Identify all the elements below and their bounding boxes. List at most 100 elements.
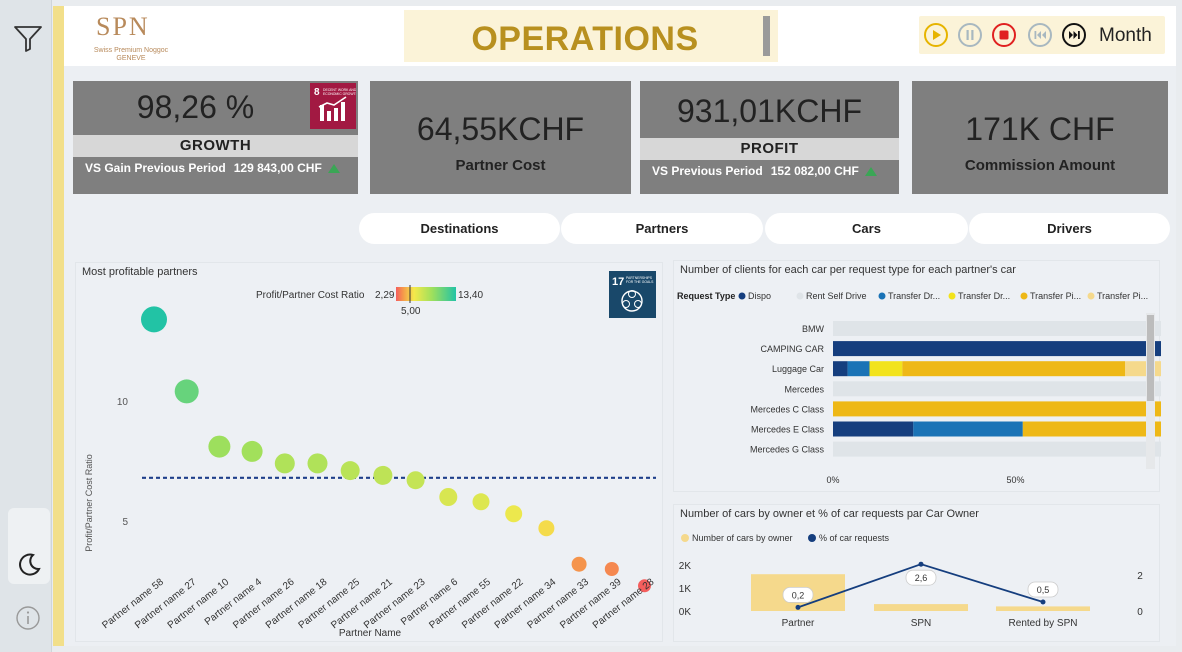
- scatter-point[interactable]: [571, 556, 587, 572]
- scatter-point[interactable]: [604, 562, 619, 576]
- stacked-bar-segment[interactable]: [869, 361, 903, 377]
- stacked-bar-segment[interactable]: [833, 381, 1161, 397]
- scatter-point[interactable]: [439, 488, 458, 506]
- stacked-bar-segment[interactable]: [833, 361, 848, 377]
- x-tick-label: Partner name 28: [591, 576, 657, 631]
- kpi-commission-value: 171K CHF: [965, 111, 1115, 147]
- owner-count-bar[interactable]: [874, 604, 968, 611]
- scatter-point[interactable]: [208, 435, 231, 458]
- pause-icon[interactable]: [957, 22, 983, 48]
- theme-toggle[interactable]: [8, 508, 50, 584]
- stacked-legend-title: Request Type: [677, 291, 735, 301]
- next-icon[interactable]: [1061, 22, 1087, 48]
- tab-partners[interactable]: Partners: [561, 213, 763, 244]
- stacked-bar-segment[interactable]: [847, 361, 870, 377]
- legend-label: Rent Self Drive: [806, 291, 867, 301]
- previous-icon[interactable]: [1027, 22, 1053, 48]
- logo-sub-line-2: GENEVE: [116, 55, 146, 62]
- x-tick-label: 50%: [1006, 475, 1024, 485]
- scatter-point[interactable]: [538, 520, 555, 537]
- legend-label: % of car requests: [819, 533, 890, 543]
- filter-icon[interactable]: [12, 22, 44, 54]
- svg-text:Partner Name: Partner Name: [339, 628, 402, 639]
- scatter-point[interactable]: [307, 453, 328, 474]
- kpi-partner-cost-card: 64,55KCHF Partner Cost: [370, 81, 631, 194]
- legend-label: Transfer Dr...: [888, 291, 940, 301]
- legend-label: Transfer Dr...: [958, 291, 1010, 301]
- x-tick-label: 0%: [826, 475, 839, 485]
- sdg-8-number: 8: [314, 87, 320, 98]
- y-left-tick-label: 1K: [679, 584, 692, 595]
- x-tick-label: Partner: [782, 618, 815, 629]
- stacked-bar-segment[interactable]: [833, 421, 914, 437]
- kpi-partner-cost-label: Partner Cost: [455, 157, 546, 174]
- legend-label: Dispo: [748, 291, 771, 301]
- stacked-bar-segment[interactable]: [913, 421, 1023, 437]
- stacked-bar-segment[interactable]: [833, 341, 1161, 357]
- up-arrow-icon: [864, 167, 877, 176]
- data-label: 2,6: [915, 573, 928, 583]
- cars-by-owner-chart: Number of cars by owner % of car requests…: [679, 533, 1143, 629]
- scatter-point[interactable]: [406, 471, 425, 490]
- line-point[interactable]: [918, 561, 924, 567]
- scatter-legend-label: Profit/Partner Cost Ratio: [256, 290, 365, 301]
- title-scroll-handle: [763, 16, 770, 56]
- profitable-partners-chart: Profit/Partner Cost Ratio 2,29 13,40 5,0…: [84, 271, 657, 639]
- kpi-growth-card: 98,26 % 8 DECENT WORK AND ECONOMIC GROWT…: [73, 81, 359, 194]
- scrollbar-thumb[interactable]: [1147, 315, 1154, 401]
- scatter-color-scale: [396, 287, 456, 301]
- page-title: OPERATIONS: [471, 20, 699, 58]
- owner-count-bar[interactable]: [996, 606, 1090, 611]
- tab-drivers[interactable]: Drivers: [969, 213, 1170, 244]
- sdg-17-icon: 17 PARTNERSHIPS FOR THE GOALS: [609, 271, 656, 318]
- svg-text:ECONOMIC GROWTH: ECONOMIC GROWTH: [323, 92, 356, 96]
- play-icon[interactable]: [923, 22, 949, 48]
- left-toolbar: [0, 0, 52, 652]
- logo-sub-line-1: Swiss Premium Noggoc: [93, 47, 169, 54]
- stacked-bar-segment[interactable]: [902, 361, 1125, 377]
- kpi-profit-sub-label: VS Previous Period: [652, 164, 763, 178]
- scatter-point[interactable]: [174, 379, 199, 404]
- legend-marker: [681, 534, 689, 542]
- scatter-point[interactable]: [241, 440, 263, 462]
- line-point[interactable]: [1040, 599, 1046, 605]
- kpi-profit-value: 931,01KCHF: [677, 93, 862, 129]
- legend-marker: [808, 534, 816, 542]
- play-axis: Month: [919, 16, 1165, 54]
- line-point[interactable]: [795, 604, 801, 610]
- period-label: Month: [1099, 25, 1152, 46]
- logo-main-text: SPN: [96, 12, 150, 41]
- info-icon[interactable]: [14, 604, 42, 632]
- legend-label: Transfer Pi...: [1030, 291, 1081, 301]
- kpi-profit-card: 931,01KCHF PROFIT VS Previous Period 152 …: [640, 81, 899, 194]
- scatter-point[interactable]: [274, 453, 295, 474]
- up-arrow-icon: [327, 164, 340, 173]
- y-category-label: Mercedes: [784, 384, 824, 394]
- tab-cars[interactable]: Cars: [765, 213, 968, 244]
- y-category-label: Mercedes E Class: [751, 425, 825, 435]
- legend-marker: [948, 292, 956, 300]
- scatter-point[interactable]: [472, 493, 490, 511]
- stacked-bar-segment[interactable]: [1125, 361, 1161, 377]
- legend-marker: [738, 292, 746, 300]
- data-label: 0,5: [1037, 585, 1050, 595]
- stacked-bar-segment[interactable]: [1022, 421, 1161, 437]
- scatter-point[interactable]: [505, 505, 523, 523]
- scatter-point[interactable]: [340, 461, 360, 481]
- tab-destinations[interactable]: Destinations: [359, 213, 560, 244]
- kpi-commission-label: Commission Amount: [964, 157, 1116, 174]
- y-tick-label: 10: [117, 397, 129, 408]
- kpi-commission-card: 171K CHF Commission Amount: [912, 81, 1168, 194]
- spn-logo: SPN Swiss Premium Noggoc GENEVE: [86, 12, 176, 64]
- stop-icon[interactable]: [991, 22, 1017, 48]
- scatter-point[interactable]: [141, 306, 167, 333]
- stacked-bar-segment[interactable]: [833, 441, 1161, 457]
- legend-label: Transfer Pi...: [1097, 291, 1148, 301]
- cars-by-owner-panel: Number of cars by owner et % of car requ…: [673, 504, 1160, 642]
- report-canvas: SPN Swiss Premium Noggoc GENEVE OPERATIO…: [64, 6, 1176, 646]
- stacked-bar-segment[interactable]: [833, 321, 1161, 336]
- stacked-bar-segment[interactable]: [833, 401, 1161, 417]
- legend-label: Number of cars by owner: [692, 533, 793, 543]
- legend-marker: [1087, 292, 1095, 300]
- scatter-point[interactable]: [373, 465, 393, 485]
